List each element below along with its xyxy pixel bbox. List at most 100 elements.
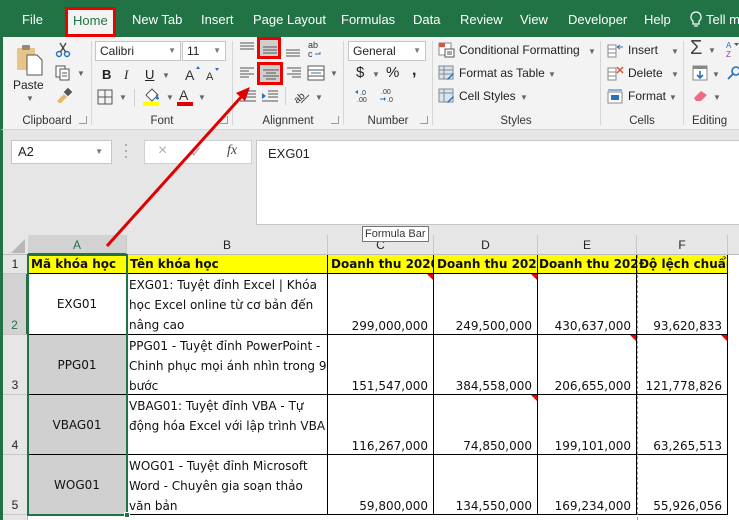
course-name-cell[interactable]: EXG01: Tuyệt đỉnh Excel | Khóa học Excel… (127, 274, 328, 335)
header-cell-revenue-2022[interactable]: Doanh thu 2022 (538, 255, 637, 274)
format-painter-icon[interactable] (55, 87, 73, 103)
tab-page-layout[interactable]: Page Layout (253, 0, 326, 37)
autosum-dropdown-arrow[interactable]: ▼ (708, 46, 716, 55)
underline-button[interactable]: U (145, 67, 154, 82)
course-code-cell[interactable]: VBAG01 (28, 395, 127, 455)
orientation-icon[interactable]: ab (291, 87, 311, 105)
conditional-formatting-button[interactable]: Conditional Formatting ▼ (438, 41, 596, 61)
enter-button[interactable]: ✓ (190, 143, 203, 161)
tab-file[interactable]: File (22, 0, 43, 37)
row-header-4[interactable]: 4 (3, 395, 28, 455)
tell-me-search[interactable]: Tell m (690, 0, 739, 37)
percent-button[interactable]: % (386, 64, 399, 81)
revenue-2021-cell[interactable]: 74,850,000 (434, 395, 538, 455)
sort-filter-icon[interactable]: AZ (725, 40, 739, 58)
std-deviation-cell[interactable]: 121,778,826 (637, 335, 728, 395)
cancel-entry-button[interactable]: × (158, 142, 167, 160)
tab-home[interactable]: Home (65, 7, 116, 37)
font-launcher[interactable] (220, 116, 228, 124)
tab-view[interactable]: View (520, 0, 548, 37)
fill-dropdown-arrow[interactable]: ▼ (712, 70, 720, 79)
middle-align-button[interactable] (257, 37, 281, 59)
decrease-indent-icon[interactable] (239, 89, 257, 103)
row-header-2[interactable]: 2 (3, 274, 28, 335)
formula-bar-resize-handle[interactable] (125, 144, 128, 160)
course-name-cell[interactable]: WOG01 - Tuyệt đỉnh Microsoft Word - Chuy… (127, 455, 328, 515)
formula-input[interactable]: EXG01 (256, 140, 739, 225)
align-right-icon[interactable] (286, 66, 302, 80)
copy-dropdown-arrow[interactable]: ▼ (77, 69, 85, 78)
revenue-2021-cell[interactable]: 134,550,000 (434, 455, 538, 515)
header-cell-revenue-2020[interactable]: Doanh thu 2020 (328, 255, 434, 274)
fill-color-dropdown-arrow[interactable]: ▼ (166, 93, 174, 102)
tab-formulas[interactable]: Formulas (341, 0, 395, 37)
font-color-dropdown-arrow[interactable]: ▼ (198, 93, 206, 102)
top-align-icon[interactable] (239, 41, 255, 55)
column-header-b[interactable]: B (127, 235, 328, 255)
tab-review[interactable]: Review (460, 0, 503, 37)
column-header-a[interactable]: A (28, 235, 127, 255)
row-header-5[interactable]: 5 (3, 455, 28, 515)
fill-color-icon[interactable] (142, 86, 162, 106)
comment-indicator[interactable] (630, 335, 636, 341)
row-header-6[interactable] (3, 515, 28, 520)
course-name-cell[interactable]: PPG01 - Tuyệt đỉnh PowerPoint - Chinh ph… (127, 335, 328, 395)
row-header-3[interactable]: 3 (3, 335, 28, 395)
paste-dropdown-arrow[interactable]: ▼ (26, 94, 34, 103)
autosum-icon[interactable]: Σ (690, 37, 702, 60)
align-left-icon[interactable] (239, 66, 255, 80)
revenue-2020-cell[interactable]: 116,267,000 (328, 395, 434, 455)
tab-data[interactable]: Data (413, 0, 440, 37)
revenue-2022-cell[interactable]: 206,655,000 (538, 335, 637, 395)
increase-decimal-icon[interactable]: .0.00 (354, 87, 374, 103)
insert-function-button[interactable]: fx (227, 143, 237, 159)
course-name-cell[interactable]: VBAG01: Tuyệt đỉnh VBA - Tự động hóa Exc… (127, 395, 328, 455)
select-all-button[interactable] (3, 235, 28, 255)
clear-dropdown-arrow[interactable]: ▼ (713, 93, 721, 102)
header-cell-std-deviation[interactable]: Độ lệch chuẩn (637, 255, 728, 274)
tab-insert[interactable]: Insert (201, 0, 234, 37)
tab-new-tab[interactable]: New Tab (132, 0, 182, 37)
comment-indicator[interactable] (531, 395, 537, 401)
tab-help[interactable]: Help (644, 0, 671, 37)
name-box[interactable]: A2 ▼ (11, 140, 112, 164)
column-header-d[interactable]: D (434, 235, 538, 255)
course-code-cell[interactable]: WOG01 (28, 455, 127, 515)
number-launcher[interactable] (420, 116, 428, 124)
fill-handle[interactable] (124, 512, 130, 518)
format-as-table-button[interactable]: Format as Table ▼ (438, 64, 558, 84)
comma-style-button[interactable]: , (412, 62, 416, 80)
font-name-select[interactable]: Calibri ▼ (95, 41, 181, 61)
revenue-2020-cell[interactable]: 151,547,000 (328, 335, 434, 395)
decrease-decimal-icon[interactable]: .00.0 (378, 87, 398, 103)
decrease-font-size-icon[interactable]: A (205, 67, 221, 81)
center-align-button[interactable] (257, 62, 283, 85)
std-deviation-cell[interactable]: 55,926,056 (637, 455, 728, 515)
comment-indicator[interactable] (721, 335, 727, 341)
tab-developer[interactable]: Developer (568, 0, 627, 37)
clipboard-launcher[interactable] (79, 116, 87, 124)
orientation-dropdown-arrow[interactable]: ▼ (315, 93, 323, 102)
revenue-2022-cell[interactable]: 430,637,000 (538, 274, 637, 335)
fill-icon[interactable] (692, 65, 708, 81)
format-cells-button[interactable]: Format ▼ (607, 87, 679, 107)
column-header-f[interactable]: F (637, 235, 728, 255)
revenue-2021-cell[interactable]: 384,558,000 (434, 335, 538, 395)
std-deviation-cell[interactable]: 93,620,833 (637, 274, 728, 335)
font-size-select[interactable]: 11 ▼ (182, 41, 226, 61)
revenue-2020-cell[interactable]: 299,000,000 (328, 274, 434, 335)
cell-styles-button[interactable]: Cell Styles ▼ (438, 87, 538, 107)
increase-indent-icon[interactable] (261, 89, 279, 103)
header-cell-course-name[interactable]: Tên khóa học (127, 255, 328, 274)
borders-dropdown-arrow[interactable]: ▼ (119, 93, 127, 102)
merge-dropdown-arrow[interactable]: ▼ (330, 69, 338, 78)
bottom-align-icon[interactable] (285, 44, 301, 58)
insert-cells-button[interactable]: Insert ▼ (607, 41, 679, 61)
paste-button[interactable]: Paste ▼ (11, 42, 49, 104)
revenue-2021-cell[interactable]: 249,500,000 (434, 274, 538, 335)
increase-font-size-icon[interactable]: A (184, 65, 202, 81)
clear-icon[interactable] (692, 88, 710, 102)
revenue-2022-cell[interactable]: 169,234,000 (538, 455, 637, 515)
merge-center-icon[interactable] (307, 65, 325, 81)
bold-button[interactable]: B (102, 67, 111, 82)
